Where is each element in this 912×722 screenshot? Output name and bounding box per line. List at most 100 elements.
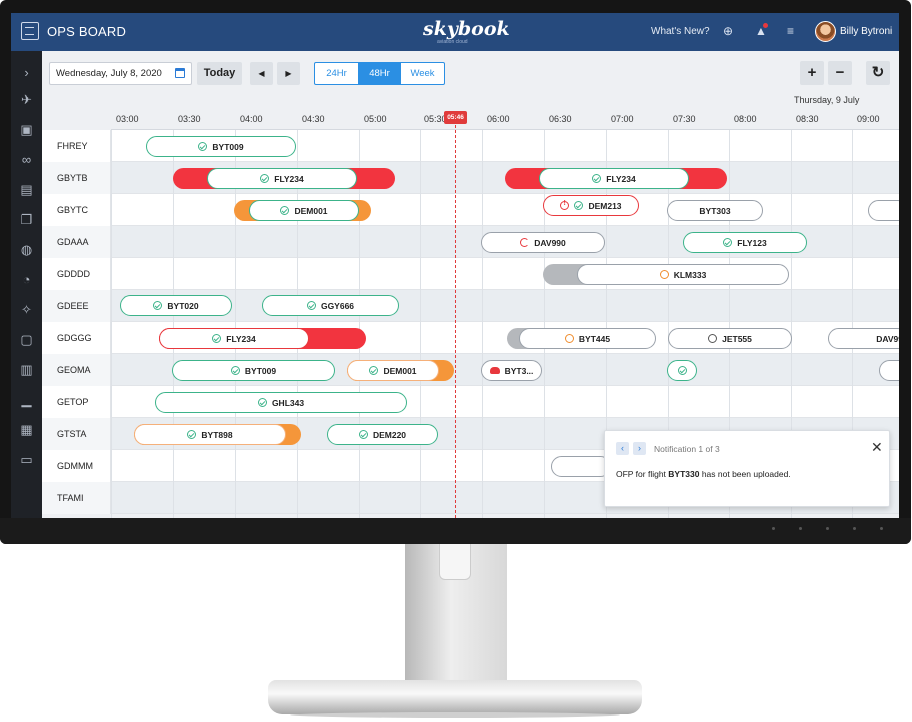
date-picker[interactable]: Wednesday, July 8, 2020 — [49, 62, 192, 85]
check-icon — [153, 301, 163, 310]
top-bar: OPS BOARD skybook aviation cloud What's … — [11, 13, 899, 51]
aircraft-reg[interactable]: GDMMM — [42, 450, 111, 482]
table-icon[interactable]: ▦ — [19, 422, 34, 437]
flight-number: GHL343 — [271, 397, 305, 408]
flight-pill[interactable]: BYT009 — [146, 136, 296, 157]
flight-number: FLY234 — [274, 173, 304, 184]
hour-label: 07:30 — [673, 114, 696, 124]
flight-pill[interactable]: FLY234 — [207, 168, 357, 189]
bar-chart-icon[interactable]: ▁ — [19, 392, 34, 407]
copy-icon[interactable]: ❐ — [19, 212, 34, 227]
notification-popup: ‹ › Notification 1 of 3 ✕ OFP for flight… — [604, 430, 890, 507]
range-24hr[interactable]: 24Hr — [315, 63, 358, 84]
prev-button[interactable]: ◀ — [250, 62, 273, 85]
flight-pill[interactable]: BYT020 — [120, 295, 232, 316]
aircraft-reg[interactable]: GETOP — [42, 386, 111, 418]
whats-new-link[interactable]: What's New? — [651, 26, 710, 37]
aircraft-reg[interactable]: GDGGG — [42, 322, 111, 354]
aircraft-reg[interactable]: TFAMI — [42, 482, 111, 514]
aircraft-reg[interactable]: GDAAA — [42, 226, 111, 258]
plane-icon[interactable]: ✈ — [19, 92, 34, 107]
zoom-out-button[interactable]: − — [828, 61, 852, 85]
screen-icon[interactable]: ▤ — [19, 182, 34, 197]
hour-label: 04:30 — [302, 114, 325, 124]
flight-number: BYT898 — [201, 429, 233, 440]
board-icon[interactable]: ▣ — [19, 122, 34, 137]
flight-pill[interactable]: KLM333 — [577, 264, 789, 285]
user-name[interactable]: Billy Bytroni — [840, 26, 892, 37]
flight-pill[interactable]: GGY666 — [262, 295, 399, 316]
check-icon — [723, 238, 733, 247]
flight-pill[interactable]: DEM001 — [347, 360, 439, 381]
flight-pill[interactable] — [879, 360, 899, 381]
globe-icon[interactable]: ⊕ — [723, 24, 733, 38]
notification-prev-button[interactable]: ‹ — [616, 442, 629, 455]
notification-message: OFP for flight BYT330 has not been uploa… — [616, 469, 791, 479]
frame-icon[interactable]: ▢ — [19, 332, 34, 347]
globe-icon[interactable]: ◍ — [19, 242, 34, 257]
notification-next-button[interactable]: › — [633, 442, 646, 455]
zoom-in-button[interactable]: + — [800, 61, 824, 85]
flight-pill[interactable]: BYT3... — [481, 360, 542, 381]
alarm-icon[interactable]: ◔ — [19, 272, 34, 287]
hour-label: 06:30 — [549, 114, 572, 124]
link-icon[interactable]: ∞ — [19, 152, 34, 167]
flight-pill[interactable] — [667, 360, 697, 381]
flight-pill[interactable]: DEM220 — [327, 424, 438, 445]
flight-pill[interactable]: DEM213 — [543, 195, 639, 216]
monitor-base-shadow — [290, 712, 620, 718]
today-button[interactable]: Today — [197, 62, 242, 85]
flight-pill[interactable]: FLY234 — [539, 168, 689, 189]
hour-label: 08:30 — [796, 114, 819, 124]
flight-pill[interactable]: DAV99 — [828, 328, 899, 349]
pending-icon — [708, 334, 718, 343]
avatar[interactable] — [815, 21, 836, 42]
aircraft-reg[interactable]: GDDDD — [42, 258, 111, 290]
table-row: GBYTB — [42, 162, 899, 194]
page-title: OPS BOARD — [47, 24, 127, 39]
flight-pill[interactable]: FLY234 — [159, 328, 309, 349]
next-button[interactable]: ▶ — [277, 62, 300, 85]
check-icon — [574, 201, 584, 210]
refresh-button[interactable]: ↻ — [866, 61, 890, 85]
clipboard-icon[interactable]: ▥ — [19, 362, 34, 377]
flight-pill[interactable]: FLY123 — [683, 232, 807, 253]
flight-number: FLY234 — [226, 333, 256, 344]
app-screen: OPS BOARD skybook aviation cloud What's … — [11, 13, 899, 518]
grid-line — [111, 130, 112, 518]
aircraft-reg[interactable]: GBYTB — [42, 162, 111, 194]
flight-pill[interactable]: BYT009 — [172, 360, 335, 381]
range-48hr[interactable]: 48Hr — [358, 63, 401, 84]
flight-pill[interactable]: DAV990 — [481, 232, 605, 253]
flight-pill[interactable]: JET555 — [668, 328, 792, 349]
current-time-line — [455, 125, 456, 518]
pin-icon[interactable]: ✧ — [19, 302, 34, 317]
flight-pill[interactable]: BYT303 — [667, 200, 763, 221]
calendar-icon[interactable] — [175, 68, 185, 78]
flight-number: DEM213 — [588, 200, 622, 211]
flight-pill[interactable]: DEM001 — [249, 200, 359, 221]
flight-pill[interactable] — [868, 200, 899, 221]
warning-icon — [560, 200, 570, 210]
current-time-tag: 05:46 — [444, 111, 467, 124]
check-icon — [677, 366, 687, 375]
check-icon — [306, 301, 316, 310]
aircraft-reg[interactable]: FHREY — [42, 130, 111, 162]
document-icon[interactable]: ▭ — [19, 452, 34, 467]
monitor-stand-cutout — [439, 544, 471, 580]
flight-pill[interactable]: BYT898 — [134, 424, 286, 445]
flight-number: FLY123 — [737, 237, 767, 248]
check-icon — [187, 430, 197, 439]
flight-pill[interactable]: GHL343 — [155, 392, 407, 413]
aircraft-reg[interactable]: GBYTC — [42, 194, 111, 226]
range-week[interactable]: Week — [401, 63, 444, 84]
aircraft-reg[interactable]: GDEEE — [42, 290, 111, 322]
expand-chevron-icon[interactable]: › — [19, 65, 34, 80]
close-icon[interactable]: ✕ — [871, 439, 883, 456]
settings-sliders-icon[interactable]: ≡ — [787, 24, 794, 38]
aircraft-reg[interactable]: GEOMA — [42, 354, 111, 386]
flight-pill[interactable]: BYT445 — [519, 328, 656, 349]
aircraft-reg[interactable]: GTSTA — [42, 418, 111, 450]
flight-pill[interactable] — [551, 456, 611, 477]
ops-board-icon[interactable] — [21, 22, 39, 40]
